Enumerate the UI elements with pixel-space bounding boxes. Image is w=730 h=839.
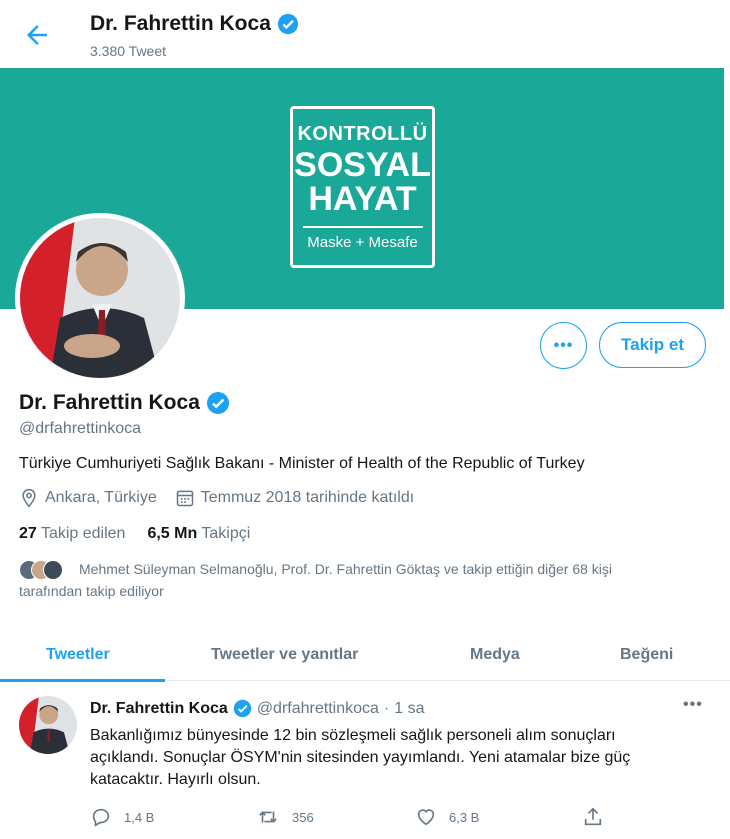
profile-avatar[interactable] bbox=[15, 213, 185, 383]
tweet-header: Dr. Fahrettin Koca @drfahrettinkoca · 1 … bbox=[90, 699, 424, 718]
location-pin-icon bbox=[19, 488, 39, 508]
profile-joined: Temmuz 2018 tarihinde katıldı bbox=[175, 488, 414, 508]
tab-media[interactable]: Medya bbox=[470, 628, 520, 681]
banner-line1: KONTROLLÜ bbox=[297, 123, 428, 145]
followers-label: Takipçi bbox=[201, 525, 251, 542]
profile-tabs: Tweetler Tweetler ve yanıtlar Medya Beğe… bbox=[0, 628, 730, 681]
followed-by-avatars bbox=[19, 560, 69, 580]
profile-meta: Ankara, Türkiye Temmuz 2018 tarihinde ka… bbox=[19, 488, 432, 508]
tweet-author-name[interactable]: Dr. Fahrettin Koca bbox=[90, 700, 228, 718]
heart-icon bbox=[415, 806, 437, 828]
followers-count: 6,5 Mn bbox=[147, 525, 198, 542]
followed-by-line2: tarafından takip ediliyor bbox=[19, 583, 164, 599]
share-button[interactable] bbox=[582, 806, 604, 828]
profile-stats: 27 Takip edilen 6,5 Mn Takipçi bbox=[19, 525, 250, 543]
retweet-count: 356 bbox=[292, 809, 314, 825]
tweet-menu-button[interactable]: ••• bbox=[683, 696, 703, 714]
tweet-author-handle[interactable]: @drfahrettinkoca bbox=[257, 700, 379, 718]
profile-name-row: Dr. Fahrettin Koca bbox=[19, 391, 230, 415]
tweet-text: Bakanlığımız bünyesinde 12 bin sözleşmel… bbox=[90, 725, 715, 791]
retweet-icon bbox=[256, 806, 280, 828]
tab-tweets-and-replies[interactable]: Tweetler ve yanıtlar bbox=[211, 628, 358, 681]
mini-avatar bbox=[43, 560, 63, 580]
reply-icon bbox=[90, 806, 112, 828]
profile-location: Ankara, Türkiye bbox=[19, 488, 157, 508]
top-header: Dr. Fahrettin Koca 3.380 Tweet bbox=[0, 0, 730, 68]
followed-by[interactable]: Mehmet Süleyman Selmanoğlu, Prof. Dr. Fa… bbox=[19, 558, 709, 602]
tweet-time[interactable]: 1 sa bbox=[394, 700, 424, 718]
location-text: Ankara, Türkiye bbox=[45, 489, 157, 506]
tweet-separator: · bbox=[383, 699, 390, 717]
profile-name: Dr. Fahrettin Koca bbox=[19, 391, 200, 414]
following-link[interactable]: 27 Takip edilen bbox=[19, 525, 125, 543]
tweet[interactable]: Dr. Fahrettin Koca @drfahrettinkoca · 1 … bbox=[0, 684, 730, 839]
joined-text: Temmuz 2018 tarihinde katıldı bbox=[200, 489, 415, 506]
tweet-count: 3.380 Tweet bbox=[90, 43, 167, 59]
retweet-button[interactable]: 356 bbox=[256, 806, 314, 828]
tweet-actions: 1,4 B 356 6,3 B bbox=[90, 806, 630, 830]
header-title: Dr. Fahrettin Koca bbox=[90, 12, 299, 36]
follow-button[interactable]: Takip et bbox=[599, 322, 706, 368]
like-button[interactable]: 6,3 B bbox=[415, 806, 479, 828]
tweet-text-line3: katacaktır. Hayırlı olsun. bbox=[90, 771, 261, 788]
tweet-text-line2: açıklandı. Sonuçlar ÖSYM'nin sitesinden … bbox=[90, 749, 631, 766]
banner-line3: HAYAT bbox=[308, 180, 417, 218]
banner-divider bbox=[302, 226, 423, 228]
back-arrow-icon[interactable] bbox=[22, 20, 52, 50]
calendar-icon bbox=[175, 488, 195, 508]
banner-line4: Maske + Mesafe bbox=[307, 234, 418, 251]
profile-bio: Türkiye Cumhuriyeti Sağlık Bakanı - Mini… bbox=[19, 455, 585, 472]
tab-likes[interactable]: Beğeni bbox=[620, 628, 673, 681]
tweet-avatar[interactable] bbox=[19, 696, 77, 754]
more-options-button[interactable]: ••• bbox=[540, 322, 587, 369]
reply-button[interactable]: 1,4 B bbox=[90, 806, 154, 828]
profile-handle: @drfahrettinkoca bbox=[19, 420, 142, 437]
verified-badge-icon bbox=[233, 699, 252, 718]
tweet-text-line1: Bakanlığımız bünyesinde 12 bin sözleşmel… bbox=[90, 727, 616, 744]
following-label: Takip edilen bbox=[40, 525, 126, 542]
banner-logo-box: KONTROLLÜ SOSYAL HAYAT Maske + Mesafe bbox=[290, 106, 435, 268]
following-count: 27 bbox=[19, 525, 37, 542]
like-count: 6,3 B bbox=[449, 809, 480, 825]
reply-count: 1,4 B bbox=[124, 809, 155, 825]
followed-by-line1: Mehmet Süleyman Selmanoğlu, Prof. Dr. Fa… bbox=[79, 561, 613, 577]
verified-badge-icon bbox=[206, 391, 230, 415]
followers-link[interactable]: 6,5 Mn Takipçi bbox=[147, 525, 250, 543]
banner-line2: SOSYAL bbox=[294, 146, 431, 184]
verified-badge-icon bbox=[277, 13, 299, 35]
active-tab-indicator bbox=[0, 679, 165, 682]
share-icon bbox=[582, 806, 604, 828]
header-name: Dr. Fahrettin Koca bbox=[90, 12, 271, 35]
tab-tweets[interactable]: Tweetler bbox=[46, 628, 110, 681]
